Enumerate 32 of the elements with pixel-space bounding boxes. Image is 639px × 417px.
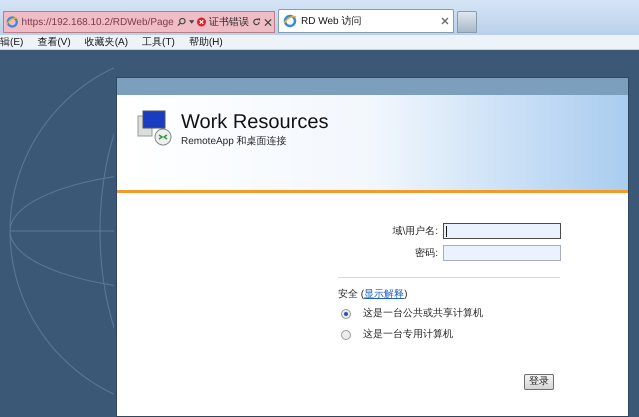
close-icon[interactable]	[264, 18, 272, 26]
security-label: 安全 (显示解释)	[338, 288, 408, 302]
login-button[interactable]: 登录	[524, 374, 554, 390]
certificate-error-text[interactable]: 证书错误	[208, 14, 249, 30]
radio-button[interactable]	[341, 308, 351, 318]
menu-item[interactable]: 查看(V)	[37, 34, 71, 50]
radio-button[interactable]	[341, 330, 351, 340]
field-label: 密码:	[414, 246, 438, 260]
caret-icon[interactable]	[188, 20, 194, 24]
page-subtitle: RemoteApp 和桌面连接	[181, 134, 288, 149]
search-icon[interactable]	[176, 17, 186, 27]
menu-item[interactable]: 工具(T)	[142, 34, 175, 50]
text-cursor	[446, 226, 447, 236]
input-field[interactable]	[443, 223, 561, 239]
radio-label: 这是一台公共或共享计算机	[363, 306, 483, 321]
address-bar[interactable]: https://192.168.10.2/RDWeb/Page 证书错误	[3, 11, 275, 33]
error-icon	[197, 17, 206, 27]
refresh-icon[interactable]	[252, 17, 261, 27]
explanation-link[interactable]: 显示解释	[364, 289, 404, 300]
field-label: 域\用户名:	[391, 224, 438, 238]
radio-label: 这是一台专用计算机	[363, 328, 453, 342]
menu-item[interactable]: 辑(E)	[0, 34, 24, 50]
browser-logo-icon	[6, 15, 19, 29]
menu-item[interactable]: 帮助(H)	[188, 34, 223, 50]
url-text: https://192.168.10.2/RDWeb/Page	[22, 16, 174, 30]
input-field[interactable]	[443, 245, 561, 261]
menu-item[interactable]: 收藏夹(A)	[84, 34, 128, 50]
page-title: Work Resources	[181, 110, 328, 134]
remote-desktop-logo-icon	[137, 110, 173, 146]
browser-tab[interactable]: RD Web 访问	[278, 9, 454, 33]
close-icon[interactable]	[441, 17, 449, 25]
browser-logo-icon	[283, 14, 297, 28]
